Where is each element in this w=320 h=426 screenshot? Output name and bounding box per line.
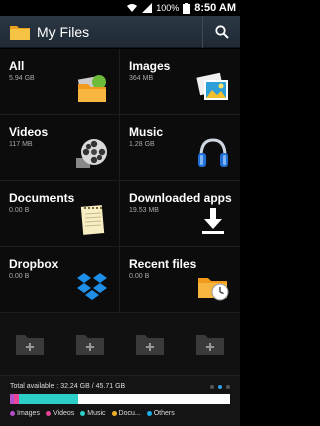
legend-item: Docu... xyxy=(111,410,141,417)
add-folder-icon xyxy=(136,335,164,355)
storage-usage-bar xyxy=(10,394,230,404)
legend-label: Images xyxy=(17,410,40,417)
signal-icon xyxy=(142,3,153,13)
wifi-icon xyxy=(126,3,138,13)
category-dropbox[interactable]: Dropbox 0.00 B xyxy=(0,247,120,313)
storage-legend: Images Videos Music Docu... Others xyxy=(10,410,235,417)
legend-label: Videos xyxy=(52,410,75,417)
storage-summary: Total available : 32.24 GB / 45.71 GB Im… xyxy=(0,375,240,426)
category-all[interactable]: All 5.94 GB xyxy=(0,49,120,115)
legend-label: Music xyxy=(87,410,106,417)
all-files-icon xyxy=(77,75,106,102)
category-documents[interactable]: Documents 0.00 B xyxy=(0,181,120,247)
folder-app-icon xyxy=(9,23,31,41)
add-folder-icon xyxy=(76,335,104,355)
legend-label: Others xyxy=(153,410,175,417)
legend-label: Docu... xyxy=(118,410,141,417)
app-title: My Files xyxy=(37,23,90,40)
shortcut-folders-row xyxy=(0,313,240,375)
page-dot xyxy=(218,385,222,389)
clock: 8:50 AM xyxy=(194,2,236,14)
category-videos[interactable]: Videos 117 MB xyxy=(0,115,120,181)
legend-color-dot xyxy=(146,411,152,416)
action-bar: My Files xyxy=(0,15,240,48)
battery-icon xyxy=(183,2,191,14)
add-shortcut-folder-4[interactable] xyxy=(196,333,224,355)
page-indicator xyxy=(210,385,230,389)
add-shortcut-folder-3[interactable] xyxy=(136,333,164,355)
film-reel-icon xyxy=(76,139,107,168)
page-dot xyxy=(226,385,230,389)
category-images[interactable]: Images 364 MB xyxy=(120,49,240,115)
dropbox-icon xyxy=(77,273,107,300)
search-icon xyxy=(214,24,229,39)
page-dot xyxy=(210,385,214,389)
legend-item: Others xyxy=(146,410,175,417)
legend-item: Music xyxy=(80,410,106,417)
search-button[interactable] xyxy=(202,15,240,48)
notepad-icon xyxy=(80,205,105,235)
recent-folder-icon xyxy=(198,278,229,301)
category-recent-files[interactable]: Recent files 0.00 B xyxy=(120,247,240,313)
category-music[interactable]: Music 1.28 GB xyxy=(120,115,240,181)
legend-color-dot xyxy=(80,411,86,416)
storage-segment xyxy=(18,394,79,404)
category-grid: All 5.94 GB Images 364 MB Videos 117 MB xyxy=(0,49,240,313)
category-downloaded-apps[interactable]: Downloaded apps 19.53 MB xyxy=(120,181,240,247)
download-icon xyxy=(202,208,224,234)
add-shortcut-folder-2[interactable] xyxy=(76,333,104,355)
add-shortcut-folder-1[interactable] xyxy=(16,333,44,355)
headphones-icon xyxy=(198,138,228,167)
legend-item: Images xyxy=(10,410,40,417)
storage-total-text: Total available : 32.24 GB / 45.71 GB xyxy=(10,383,126,390)
add-folder-icon xyxy=(16,335,44,355)
legend-item: Videos xyxy=(45,410,75,417)
status-bar: 100% 8:50 AM xyxy=(0,0,240,16)
battery-percent: 100% xyxy=(156,3,180,13)
legend-color-dot xyxy=(111,411,117,416)
legend-color-dot xyxy=(45,411,51,416)
legend-color-dot xyxy=(10,411,15,416)
images-icon xyxy=(196,72,228,100)
add-folder-icon xyxy=(196,335,224,355)
